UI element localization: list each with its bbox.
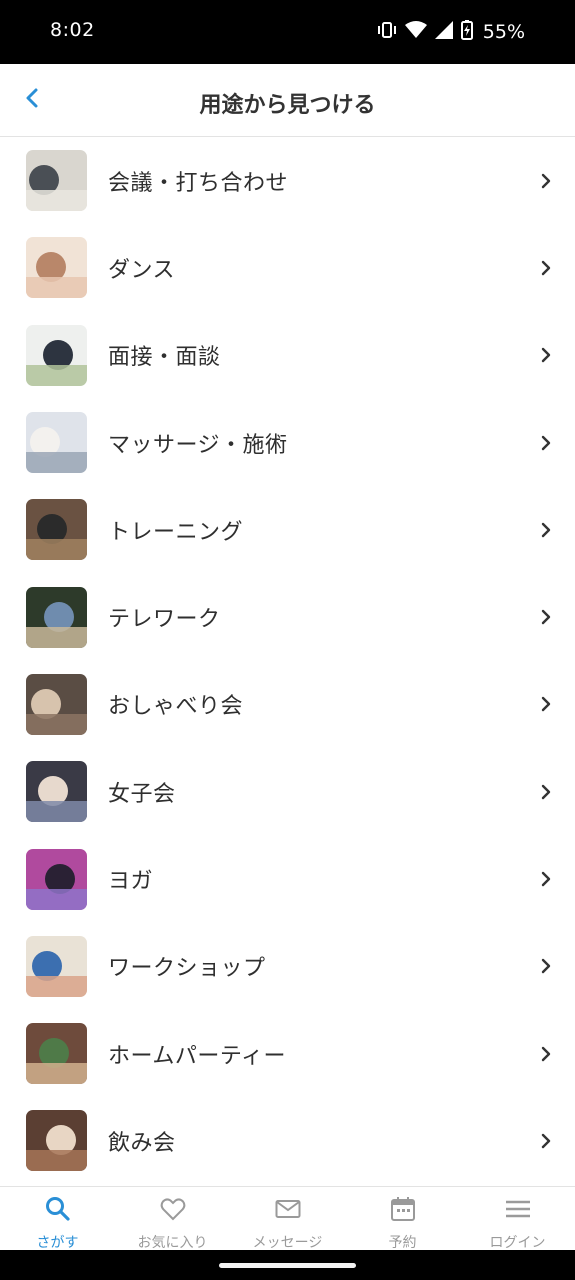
list-item-label: マッサージ・施術 <box>108 432 288 458</box>
vibrate-icon <box>377 21 397 43</box>
tab-label: ログイン <box>489 1235 546 1251</box>
status-icons: 55% <box>377 20 525 44</box>
thumbnail-image <box>26 761 87 823</box>
thumbnail-image <box>26 150 87 212</box>
tab-label: お気に入り <box>137 1235 208 1251</box>
tab-label: さがす <box>36 1235 79 1251</box>
chevron-right-icon <box>539 259 553 277</box>
chevron-right-icon <box>539 783 553 801</box>
list-item[interactable]: 飲み会 <box>0 1097 575 1184</box>
thumbnail-image <box>26 1023 87 1085</box>
list-item-label: 会議・打ち合わせ <box>108 170 289 196</box>
list-item[interactable]: マッサージ・施術 <box>0 399 575 486</box>
bottom-tab-bar: さがす お気に入り メッセージ 予約 ログイン <box>0 1186 575 1251</box>
list-item-label: 女子会 <box>108 781 176 807</box>
chevron-right-icon <box>539 1045 553 1063</box>
list-item-label: 面接・面談 <box>108 345 221 371</box>
chevron-right-icon <box>539 434 553 452</box>
list-item-label: ヨガ <box>108 869 154 895</box>
thumbnail-image <box>26 848 87 910</box>
tab-reservations[interactable]: 予約 <box>345 1187 460 1251</box>
home-indicator[interactable] <box>219 1263 356 1268</box>
list-item-label: ホームパーティー <box>108 1043 287 1069</box>
chevron-right-icon <box>539 870 553 888</box>
status-time: 8:02 <box>50 19 95 41</box>
list-item-label: ワークショップ <box>108 956 266 982</box>
list-item-label: おしゃべり会 <box>108 694 244 720</box>
chevron-right-icon <box>539 521 553 539</box>
chevron-right-icon <box>539 1132 553 1150</box>
search-icon <box>44 1195 72 1227</box>
signal-icon <box>434 21 453 43</box>
list-item[interactable]: テレワーク <box>0 573 575 660</box>
list-item[interactable]: 面接・面談 <box>0 312 575 399</box>
chevron-right-icon <box>539 957 553 975</box>
thumbnail-image <box>26 1110 87 1172</box>
chevron-right-icon <box>539 172 553 190</box>
tab-login[interactable]: ログイン <box>460 1187 575 1251</box>
battery-percent: 55% <box>482 21 525 43</box>
chevron-right-icon <box>539 346 553 364</box>
tab-search[interactable]: さがす <box>0 1187 115 1251</box>
list-item[interactable]: 女子会 <box>0 748 575 835</box>
thumbnail-image <box>26 237 87 299</box>
thumbnail-image <box>26 412 87 474</box>
list-item-label: トレーニング <box>108 519 244 545</box>
list-item-label: ダンス <box>108 257 176 283</box>
list-item[interactable]: ワークショップ <box>0 923 575 1010</box>
list-item[interactable]: ホームパーティー <box>0 1010 575 1097</box>
status-bar: 8:02 55% <box>0 0 575 64</box>
mail-icon <box>274 1195 302 1227</box>
list-item[interactable]: 会議・打ち合わせ <box>0 137 575 224</box>
list-item[interactable]: おしゃべり会 <box>0 661 575 748</box>
app-bar: 用途から見つける <box>0 64 575 137</box>
tab-messages[interactable]: メッセージ <box>230 1187 345 1251</box>
calendar-icon <box>389 1195 417 1227</box>
thumbnail-image <box>26 499 87 561</box>
thumbnail-image <box>26 324 87 386</box>
tab-label: 予約 <box>388 1235 417 1251</box>
system-nav-bar <box>0 1250 575 1280</box>
list-item[interactable]: ヨガ <box>0 835 575 922</box>
heart-icon <box>159 1195 187 1227</box>
menu-icon <box>504 1195 532 1227</box>
thumbnail-image <box>26 586 87 648</box>
battery-icon <box>460 20 473 44</box>
list-item[interactable]: ダンス <box>0 224 575 311</box>
chevron-right-icon <box>539 695 553 713</box>
tab-label: メッセージ <box>252 1235 323 1251</box>
list-item[interactable]: トレーニング <box>0 486 575 573</box>
page-title: 用途から見つける <box>199 93 376 118</box>
list-item-label: 飲み会 <box>108 1130 176 1156</box>
thumbnail-image <box>26 935 87 997</box>
purpose-list: 会議・打ち合わせ ダンス 面接・面談 マッサージ・施術 トレーニング テレワーク… <box>0 137 575 1185</box>
thumbnail-image <box>26 673 87 735</box>
chevron-right-icon <box>539 608 553 626</box>
tab-favorites[interactable]: お気に入り <box>115 1187 230 1251</box>
list-item-label: テレワーク <box>108 607 221 633</box>
wifi-icon <box>404 21 427 43</box>
